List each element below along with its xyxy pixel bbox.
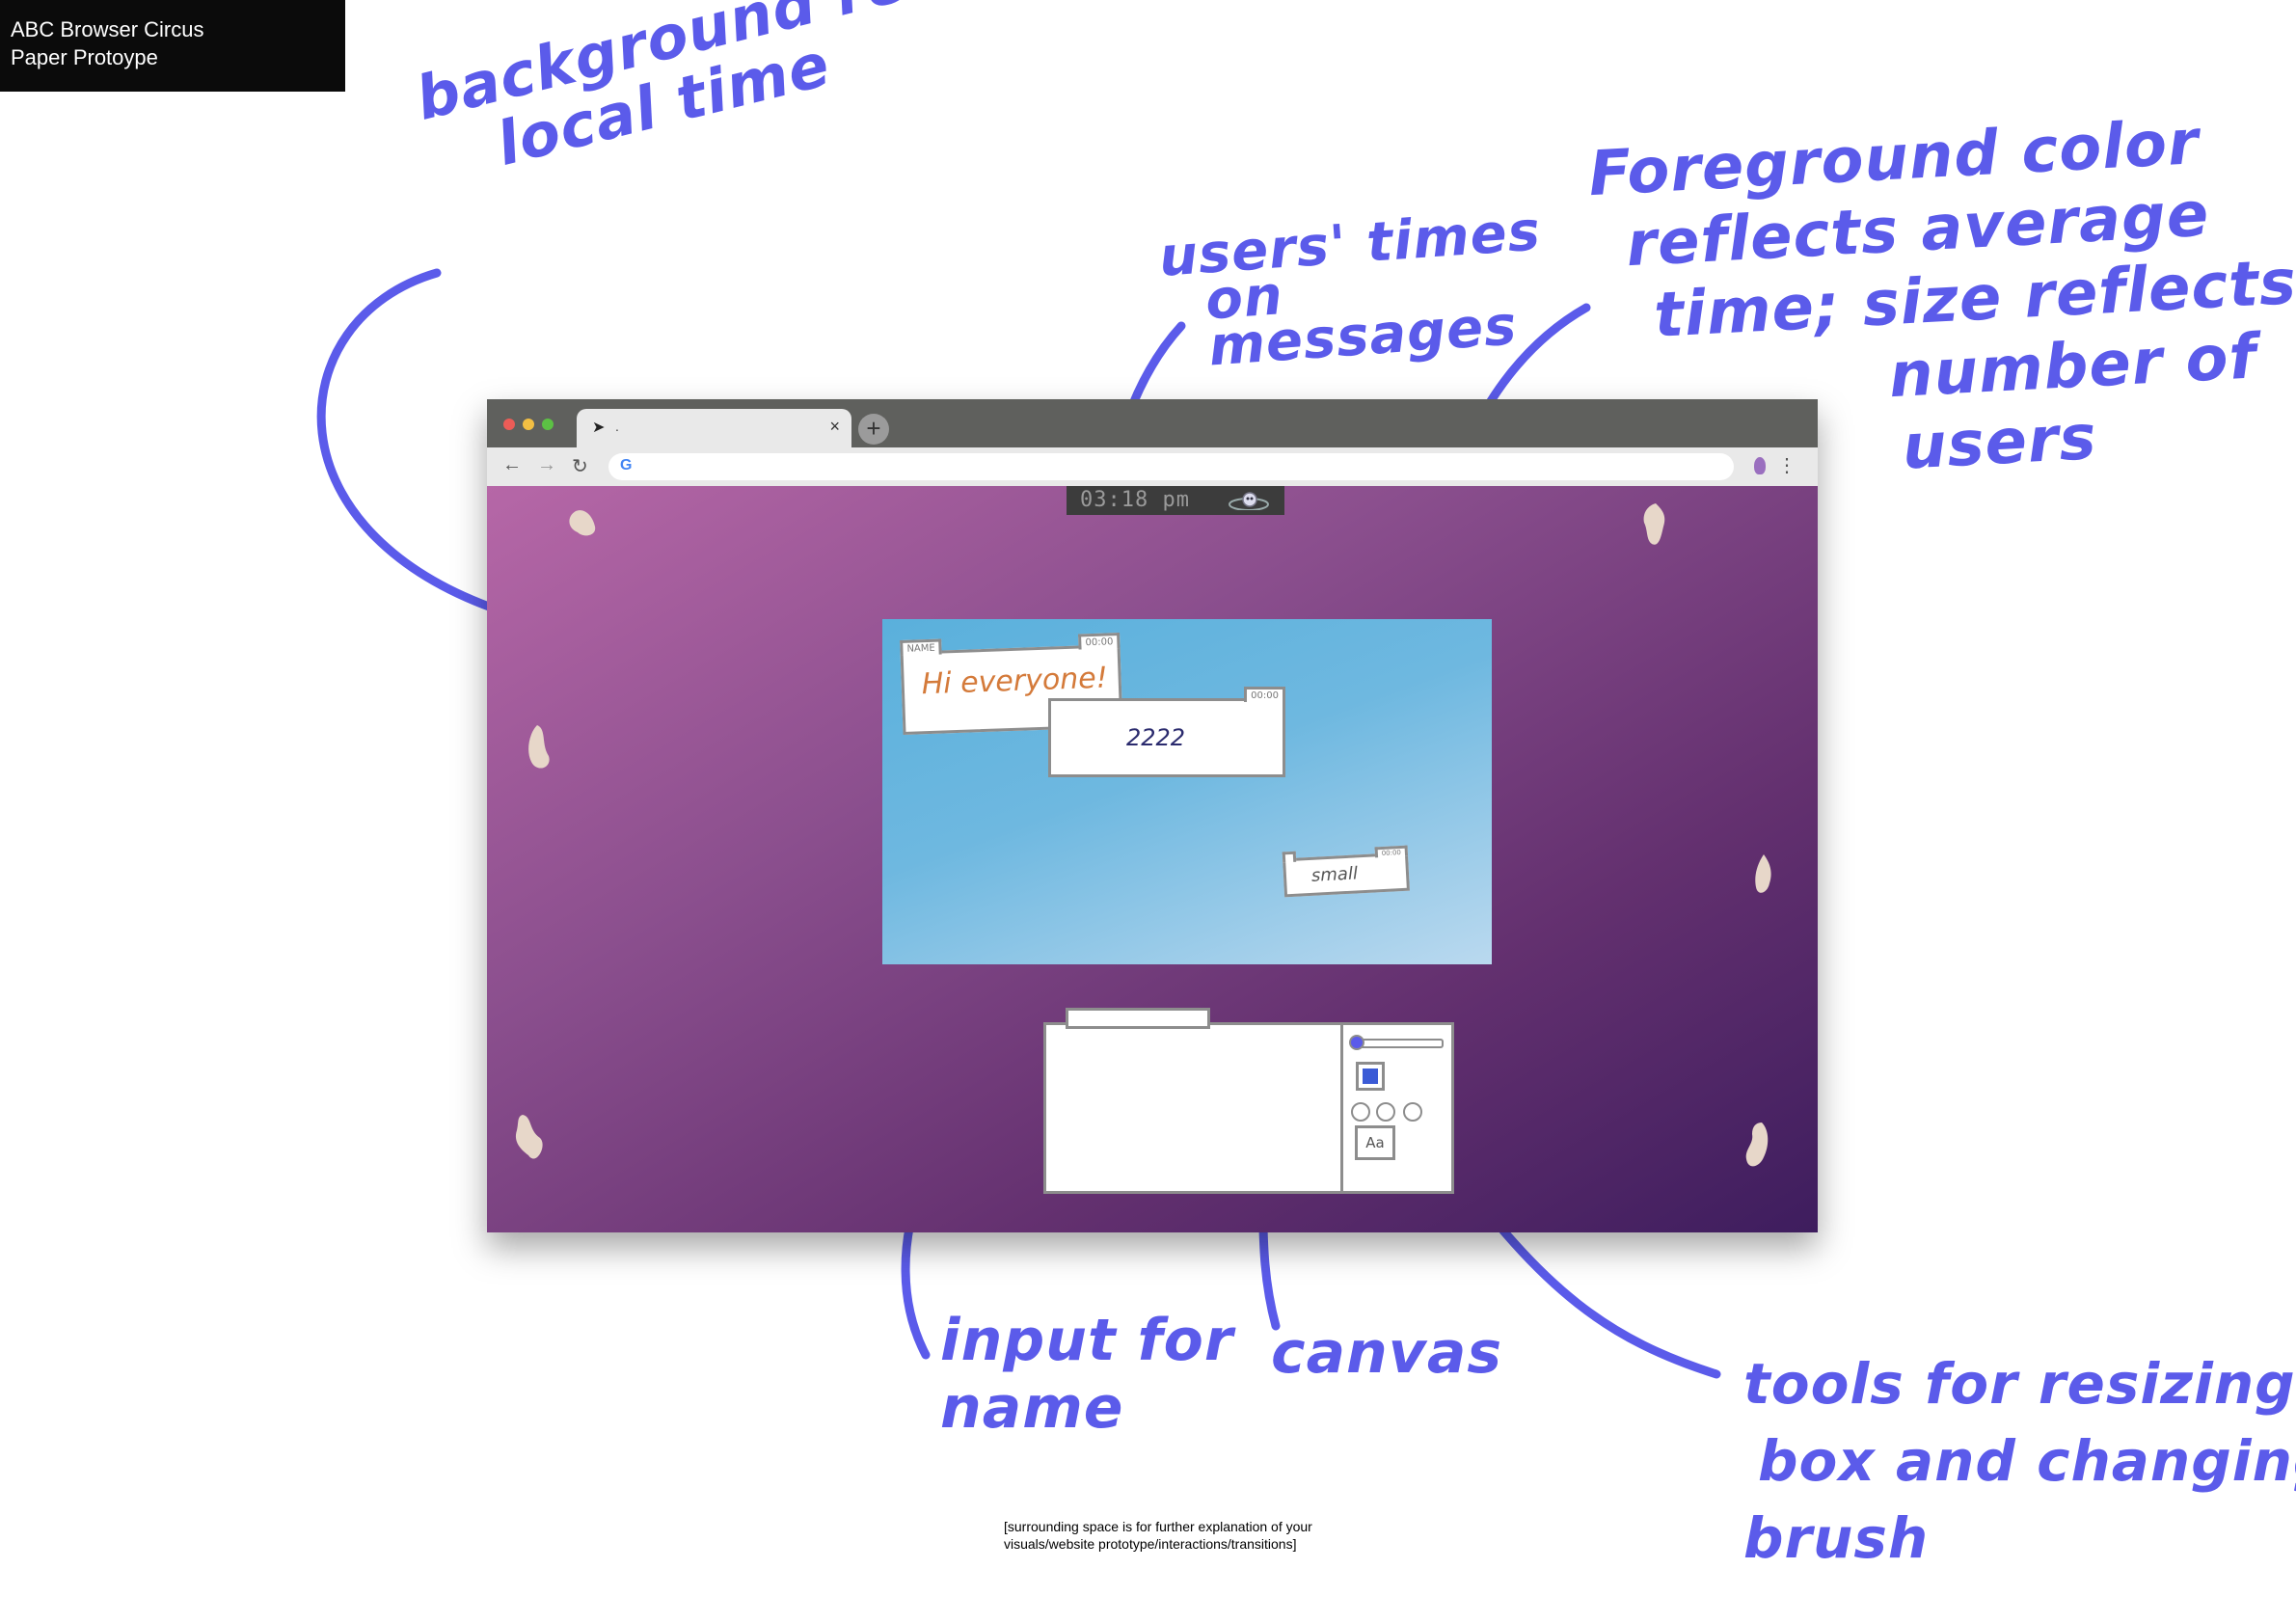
message-box[interactable]: 00:00 small [1282, 845, 1410, 898]
decorative-blob [515, 1115, 543, 1159]
note-canvas: canvas [1271, 1321, 1502, 1385]
project-subtitle: Paper Protoype [11, 45, 158, 69]
minimize-window-button[interactable] [523, 419, 534, 430]
message-text: 2222 [1126, 724, 1186, 751]
brush-large-button[interactable] [1403, 1102, 1422, 1122]
message-time-tag: 00:00 [1374, 845, 1409, 858]
project-title: ABC Browser Circus [11, 17, 204, 41]
page-background: 03:18 pm NAME 00:00 Hi everyone! 00:00 2… [487, 486, 1818, 1232]
message-name-tag: NAME [900, 638, 942, 657]
decorative-blob [1745, 1123, 1769, 1167]
tab-title: . [615, 419, 619, 434]
drawing-canvas[interactable] [1046, 1025, 1340, 1191]
cursor-icon: ➤ [592, 419, 606, 436]
note-line: canvas [1271, 1319, 1503, 1387]
size-slider-knob[interactable] [1349, 1035, 1364, 1050]
extension-icon[interactable] [1754, 457, 1766, 474]
message-text: Hi everyone! [921, 661, 1109, 702]
new-tab-button[interactable]: + [858, 414, 889, 445]
browser-menu-button[interactable]: ⋮ [1777, 453, 1796, 477]
note-input-for-name: input for name [940, 1307, 1233, 1442]
message-composer: Aa [1043, 1008, 1454, 1194]
decorative-blob [569, 510, 596, 536]
browser-toolbar: ← → ↻ G ⋮ [487, 447, 1818, 486]
browser-tab[interactable]: ➤ . × [577, 409, 851, 447]
text-tool-button[interactable]: Aa [1355, 1125, 1395, 1160]
close-tab-icon[interactable]: × [829, 417, 840, 437]
note-line: name [940, 1374, 1124, 1442]
google-icon: G [620, 457, 633, 473]
message-time-tag: 00:00 [1244, 687, 1285, 702]
reload-button[interactable]: ↻ [572, 454, 588, 478]
note-line: input for [940, 1307, 1234, 1374]
decorative-blob [528, 725, 550, 769]
tools-panel: Aa [1340, 1025, 1451, 1191]
shared-message-stage: NAME 00:00 Hi everyone! 00:00 2222 00:00… [882, 619, 1492, 964]
forward-button[interactable]: → [537, 454, 556, 476]
footer-note: [surrounding space is for further explan… [1004, 1518, 1370, 1553]
note-line: tools for resizing [1743, 1351, 2296, 1417]
brush-color-swatch[interactable] [1356, 1062, 1385, 1091]
moon-icon [1229, 492, 1269, 510]
decorative-blob [1643, 503, 1665, 545]
note-users-times: users' times on messages [1157, 200, 1548, 378]
back-button[interactable]: ← [502, 454, 522, 476]
note-tools: tools for resizing box and changing brus… [1743, 1345, 2296, 1577]
brush-small-button[interactable] [1351, 1102, 1370, 1122]
tab-bar: ➤ . × + [487, 399, 1818, 447]
message-name-tag [1282, 851, 1297, 863]
browser-window: ➤ . × + ← → ↻ G ⋮ 03:18 pm NAME 00:00 Hi… [487, 399, 1818, 1232]
color-fill [1363, 1068, 1378, 1084]
note-line: box and changing [1758, 1428, 2296, 1494]
note-line: brush [1743, 1505, 1930, 1571]
footer-line: visuals/website prototype/interactions/t… [1004, 1536, 1297, 1552]
decorative-blob [1755, 854, 1771, 893]
note-background-local-time: background reflects local time [409, 0, 1116, 193]
size-slider[interactable] [1353, 1039, 1444, 1048]
footer-line: [surrounding space is for further explan… [1004, 1519, 1312, 1534]
clock-time: 03:18 pm [1080, 488, 1190, 512]
address-bar[interactable]: G [608, 453, 1734, 480]
message-box[interactable]: 00:00 2222 [1048, 687, 1285, 777]
local-time-clock: 03:18 pm [1067, 486, 1284, 515]
prototype-header: ABC Browser Circus Paper Protoype [0, 0, 345, 92]
maximize-window-button[interactable] [542, 419, 554, 430]
brush-medium-button[interactable] [1376, 1102, 1395, 1122]
message-text: small [1310, 863, 1359, 886]
message-time-tag: 00:00 [1078, 633, 1121, 650]
close-window-button[interactable] [503, 419, 515, 430]
